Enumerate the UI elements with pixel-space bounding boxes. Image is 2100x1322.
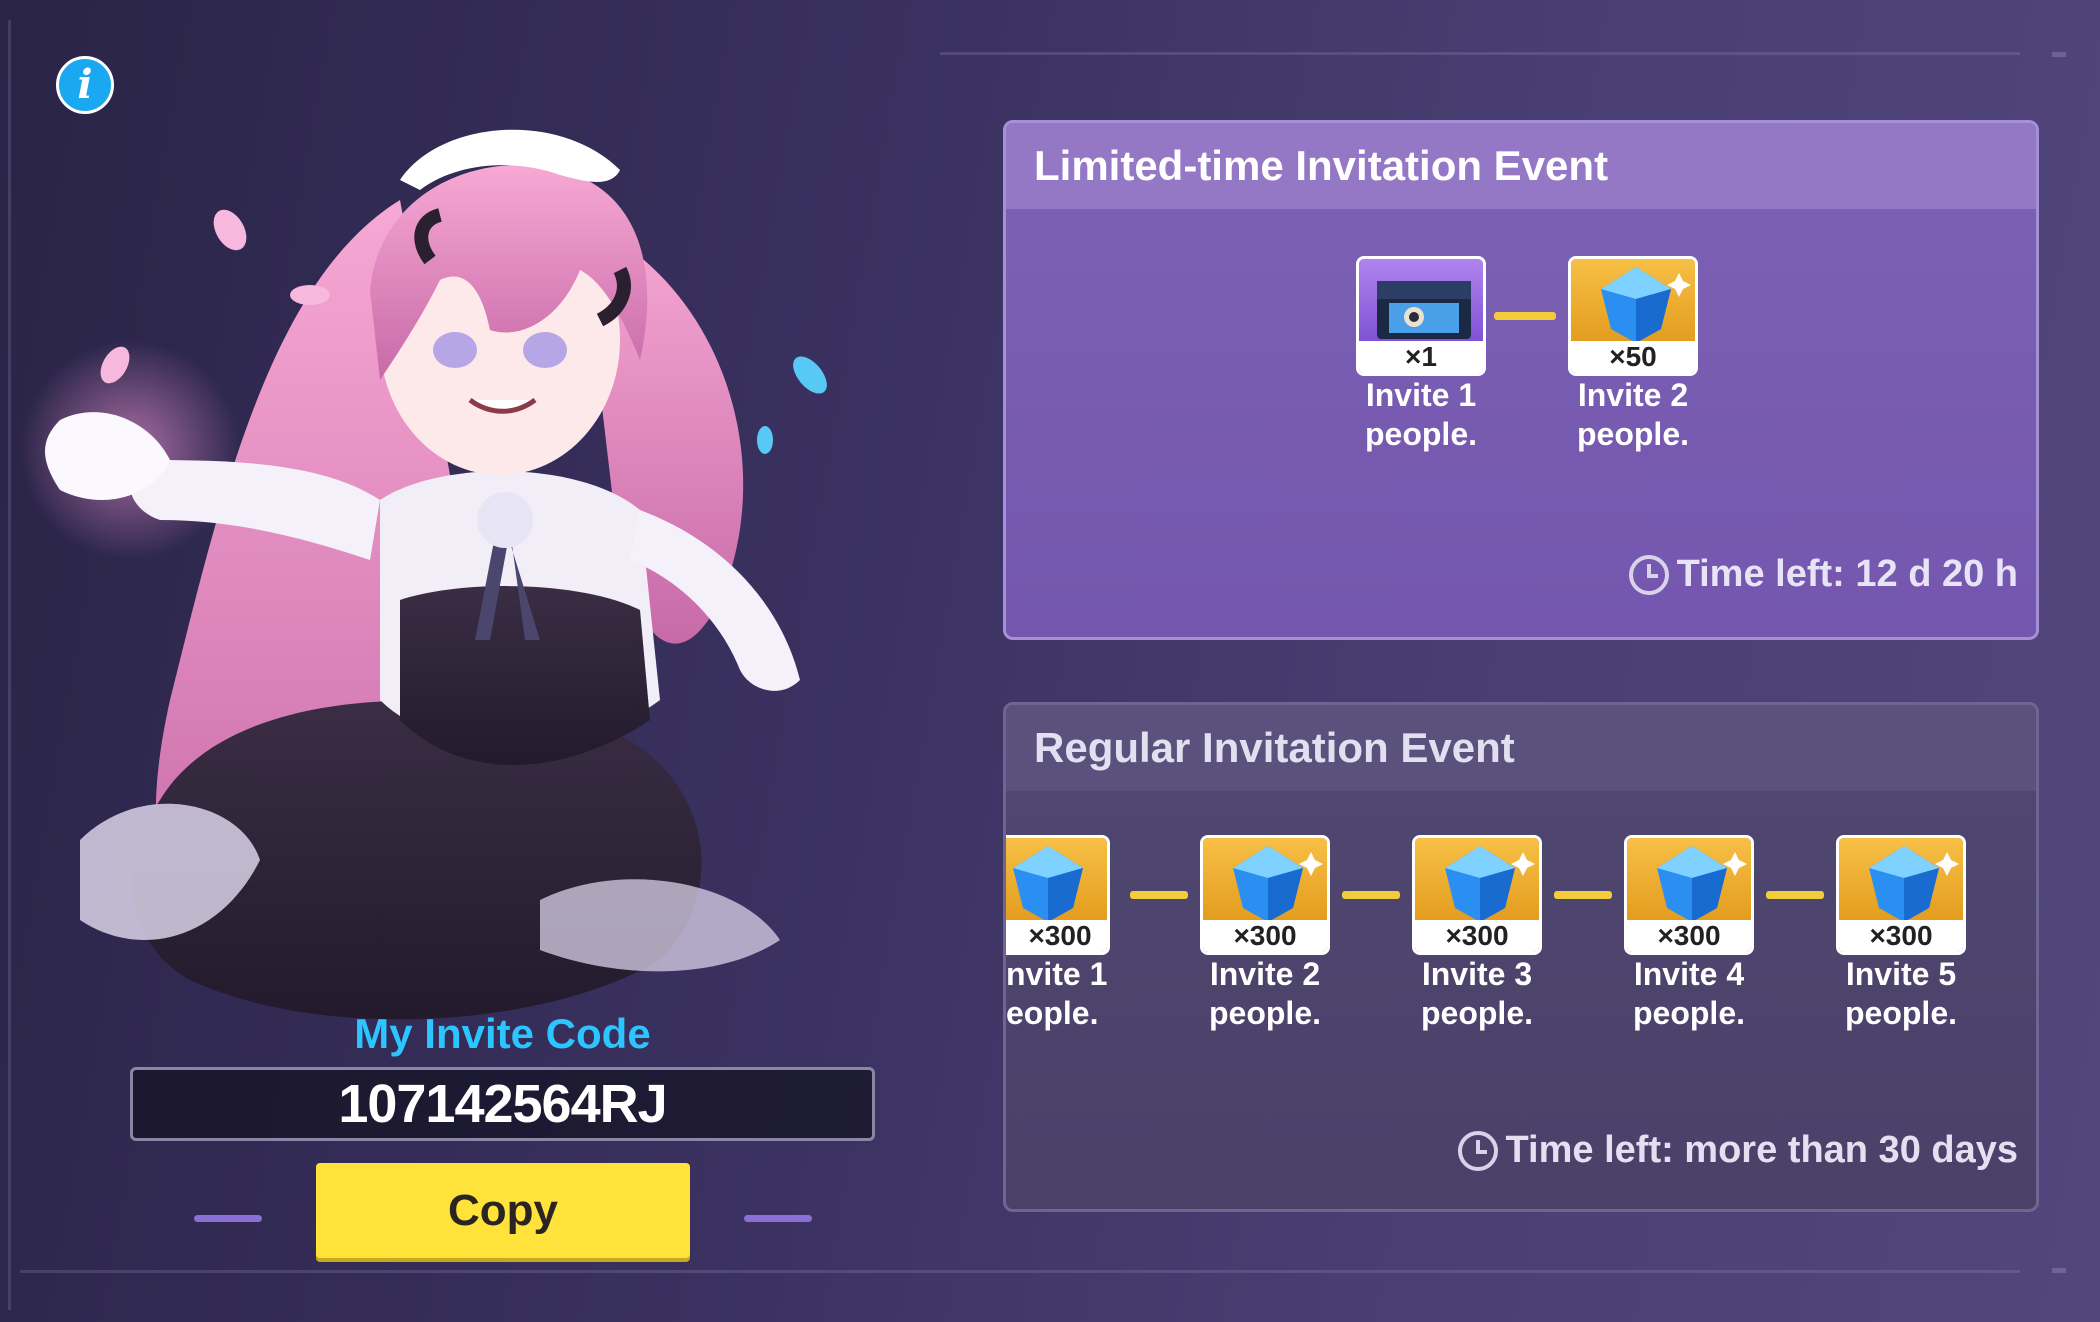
limited-event-title: Limited-time Invitation Event (1006, 123, 2036, 209)
reward-quantity: ×300 (1203, 920, 1327, 952)
copy-button[interactable]: Copy (316, 1163, 690, 1258)
decorative-bar (744, 1215, 812, 1222)
regular-time-left: Time left: more than 30 days (1457, 1129, 2018, 1172)
reward-item[interactable]: ×300 (1200, 835, 1330, 955)
reward-connector (1494, 312, 1556, 320)
reward-quantity: ×1 (1359, 341, 1483, 373)
reward-item[interactable]: ×300 (1006, 835, 1110, 955)
reward-quantity: ×300 (1415, 920, 1539, 952)
reward-label: Invite 3 people. (1420, 956, 1533, 1031)
reward-label: nvite 1 eople. (1006, 956, 1108, 1031)
regular-event-title: Regular Invitation Event (1006, 705, 2036, 791)
limited-time-left: Time left: 12 d 20 h (1628, 553, 2018, 596)
reward-connector (1342, 891, 1400, 899)
reward-item[interactable]: ×1 (1356, 256, 1486, 376)
reward-quantity: ×300 (1627, 920, 1751, 952)
reward-quantity: ×50 (1571, 341, 1695, 373)
reward-item[interactable]: ×300 (1624, 835, 1754, 955)
reward-label: Invite 4 people. (1632, 956, 1745, 1031)
reward-item[interactable]: ×300 (1412, 835, 1542, 955)
reward-label: Invite 1 people. (1364, 377, 1477, 452)
frame-marker (2052, 1268, 2066, 1273)
reward-label: Invite 2 people. (1208, 956, 1321, 1031)
frame-left-line (8, 20, 11, 1310)
reward-label: Invite 2 people. (1576, 377, 1689, 452)
clock-icon (1628, 554, 1669, 595)
limited-event-panel: Limited-time Invitation Event ×1 ×50 Inv… (1003, 120, 2039, 640)
reward-connector (1766, 891, 1824, 899)
supply-chest-icon (1359, 259, 1483, 347)
reward-connector (1554, 891, 1612, 899)
crystal-icon (1839, 838, 1963, 926)
crystal-icon (1415, 838, 1539, 926)
crystal-icon (1627, 838, 1751, 926)
clock-icon (1457, 1130, 1498, 1171)
invite-code-field: 107142564RJ (130, 1067, 875, 1141)
reward-item[interactable]: ×300 (1836, 835, 1966, 955)
frame-marker (2052, 52, 2066, 57)
frame-bottom-line (20, 1270, 2020, 1273)
crystal-icon (1203, 838, 1327, 926)
reward-item[interactable]: ×50 (1568, 256, 1698, 376)
frame-top-line (940, 52, 2020, 55)
character-illustration (20, 80, 980, 1160)
reward-connector (1130, 891, 1188, 899)
crystal-icon (1006, 838, 1107, 926)
regular-event-panel: Regular Invitation Event ×300 ×300 ×300 … (1003, 702, 2039, 1212)
reward-quantity: ×300 (1006, 920, 1107, 952)
invitation-window: i My Invite Code 107142564RJ Copy Limite… (0, 0, 2100, 1322)
decorative-bar (194, 1215, 262, 1222)
invite-code-title: My Invite Code (354, 1010, 651, 1057)
crystal-icon (1571, 259, 1695, 347)
reward-quantity: ×300 (1839, 920, 1963, 952)
reward-label: Invite 5 people. (1844, 956, 1957, 1031)
